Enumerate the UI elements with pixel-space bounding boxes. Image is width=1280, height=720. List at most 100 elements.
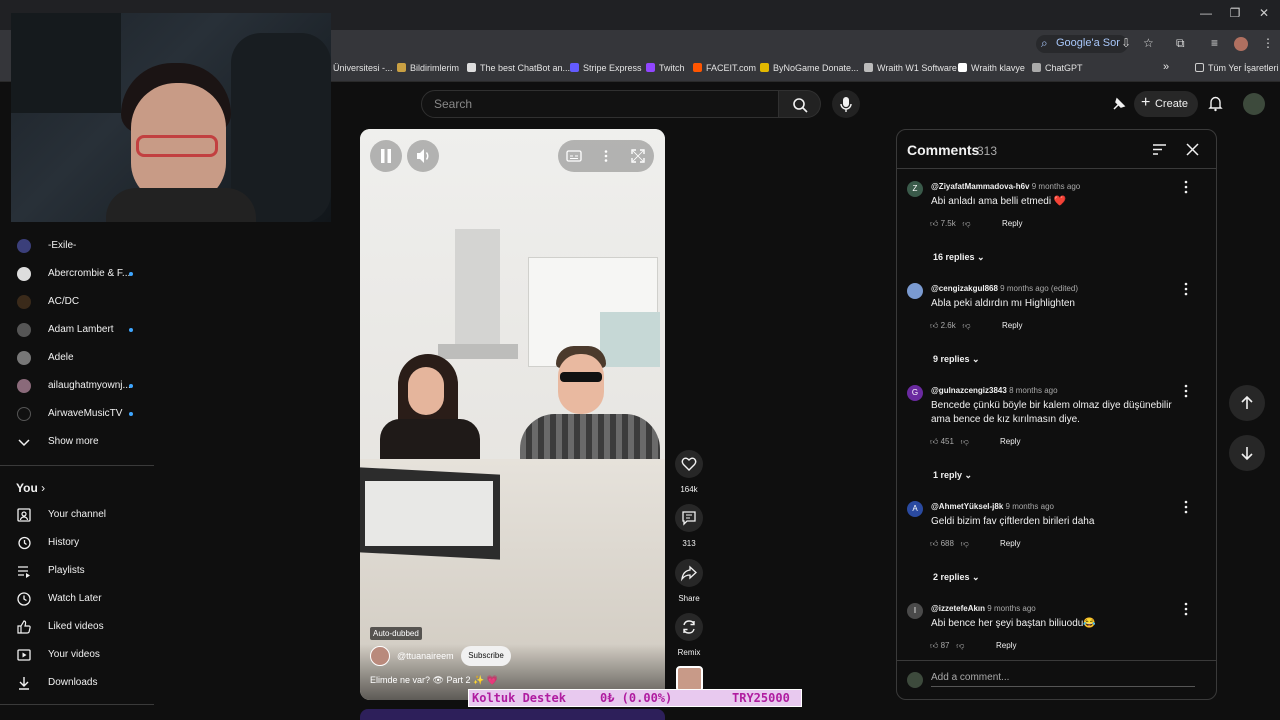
comments-button[interactable] (675, 504, 703, 532)
comment-avatar[interactable]: G (907, 385, 923, 401)
share-button[interactable] (675, 559, 703, 587)
you-section-title[interactable]: You › (16, 481, 45, 495)
comment-author[interactable]: @gulnazcengiz3843 8 months ago (931, 386, 1058, 395)
reply-button[interactable]: Reply (996, 641, 1016, 650)
comment-avatar[interactable]: I (907, 603, 923, 619)
next-short-button[interactable] (1229, 435, 1265, 471)
thumbs-up-icon[interactable]: 👍︎ (930, 641, 938, 650)
thumbs-up-icon[interactable]: 👍︎ (930, 219, 938, 228)
sidebar-item-your-channel[interactable]: Your channel (0, 501, 150, 529)
voice-search-button[interactable] (832, 90, 860, 118)
comment-avatar[interactable]: Z (907, 181, 923, 197)
next-short-preview[interactable] (360, 709, 665, 720)
thumbs-down-icon[interactable]: 👎︎ (962, 219, 970, 228)
install-icon[interactable]: ⇩ (1121, 36, 1131, 50)
sidebar-sub-adam-lambert[interactable]: Adam Lambert (0, 316, 150, 344)
media-icon[interactable]: ≡ (1211, 36, 1218, 50)
sidebar-item-watch-later[interactable]: Watch Later (0, 585, 150, 613)
bookmark-3[interactable]: Stripe Express (570, 63, 642, 73)
comment-author[interactable]: @AhmetYüksel-j8k 9 months ago (931, 502, 1054, 511)
reply-button[interactable]: Reply (1000, 539, 1020, 548)
sidebar-sub-abercrombie[interactable]: Abercrombie & F... (0, 260, 150, 288)
donation-goal-amount: 0₺ (0.00%) (600, 691, 672, 705)
extensions-icon[interactable]: ⧉ (1176, 36, 1185, 51)
replies-toggle[interactable]: 16 replies ⌄ (933, 252, 985, 263)
volume-button[interactable] (407, 140, 439, 172)
star-icon[interactable]: ☆ (1143, 36, 1154, 50)
sidebar-item-liked-videos[interactable]: Liked videos (0, 613, 150, 641)
bookmark-8[interactable]: Wraith klavye (958, 63, 1025, 73)
profile-avatar[interactable] (1234, 37, 1248, 51)
short-video-player[interactable] (360, 129, 665, 700)
sidebar-item-your-videos[interactable]: Your videos (0, 641, 150, 669)
account-avatar[interactable] (1243, 93, 1265, 115)
bookmark-2[interactable]: The best ChatBot an... (467, 63, 570, 73)
previous-short-button[interactable] (1229, 385, 1265, 421)
subscribe-button[interactable]: Subscribe (461, 646, 511, 666)
all-bookmarks[interactable]: Tüm Yer İşaretleri (1195, 63, 1279, 73)
add-comment-input[interactable]: Add a comment... (931, 672, 1195, 687)
thumbs-down-icon[interactable]: 👎︎ (956, 641, 964, 650)
sort-icon[interactable] (1152, 142, 1167, 157)
sidebar-sub-ailaughatmyownjokes[interactable]: ailaughatmyownj... (0, 372, 150, 400)
search-button[interactable] (779, 90, 821, 118)
reply-button[interactable]: Reply (1000, 437, 1020, 446)
bookmarks-overflow-icon[interactable]: » (1163, 61, 1169, 73)
sidebar-sub-adele[interactable]: Adele (0, 344, 150, 372)
bookmark-0[interactable]: Üniversitesi -... (333, 63, 393, 73)
pause-button[interactable] (370, 140, 402, 172)
sidebar-show-more[interactable]: Show more (0, 428, 150, 456)
close-window-icon[interactable]: ✕ (1254, 6, 1274, 20)
reply-button[interactable]: Reply (1002, 219, 1022, 228)
minimize-icon[interactable]: — (1196, 6, 1216, 20)
sidebar-item-history[interactable]: History (0, 529, 150, 557)
comment-author[interactable]: @cengizakgul868 9 months ago (edited) (931, 284, 1078, 293)
comment-menu-icon[interactable] (1182, 282, 1190, 296)
bookmark-9[interactable]: ChatGPT (1032, 63, 1083, 73)
notifications-icon[interactable] (1207, 95, 1224, 112)
bookmark-4[interactable]: Twitch (646, 63, 685, 73)
comment-like-row: 👍︎ 451 👎︎ (930, 437, 969, 447)
comment-avatar[interactable]: A (907, 501, 923, 517)
comment-author[interactable]: @ZiyafatMammadova-h6v 9 months ago (931, 182, 1080, 191)
comment-menu-icon[interactable] (1182, 384, 1190, 398)
sidebar-sub-exile[interactable]: -Exile- (0, 232, 150, 260)
more-options-icon[interactable] (598, 148, 614, 164)
bookmark-1[interactable]: Bildirimlerim (397, 63, 459, 73)
comment-menu-icon[interactable] (1182, 180, 1190, 194)
thumbs-down-icon[interactable]: 👎︎ (961, 437, 969, 446)
thumbs-down-icon[interactable]: 👎︎ (962, 321, 970, 330)
google-ask-button[interactable]: Google'a Sor (1036, 35, 1128, 53)
channel-name[interactable]: @ttuanaireem (397, 651, 454, 661)
sidebar-sub-airwavemusictv[interactable]: AirwaveMusicTV (0, 400, 150, 428)
sidebar-item-playlists[interactable]: Playlists (0, 557, 150, 585)
sidebar-item-downloads[interactable]: Downloads (0, 669, 150, 697)
thumbs-up-icon[interactable]: 👍︎ (930, 437, 938, 446)
sidebar-sub-acdc[interactable]: AC/DC (0, 288, 150, 316)
thumbs-up-icon[interactable]: 👍︎ (930, 321, 938, 330)
thumbs-down-icon[interactable]: 👎︎ (961, 539, 969, 548)
pin-icon[interactable] (1111, 96, 1127, 112)
comment-menu-icon[interactable] (1182, 500, 1190, 514)
fullscreen-icon[interactable] (630, 148, 646, 164)
comment-author[interactable]: @izzetefeAkın 9 months ago (931, 604, 1036, 613)
like-button[interactable] (675, 450, 703, 478)
browser-menu-icon[interactable]: ⋮ (1262, 36, 1274, 50)
comment-menu-icon[interactable] (1182, 602, 1190, 616)
replies-toggle[interactable]: 1 reply ⌄ (933, 470, 972, 481)
comment-avatar[interactable] (907, 283, 923, 299)
close-icon[interactable] (1185, 142, 1200, 157)
thumbs-up-icon[interactable]: 👍︎ (930, 539, 938, 548)
maximize-icon[interactable]: ❐ (1225, 6, 1245, 20)
search-input[interactable]: Search (421, 90, 779, 118)
replies-toggle[interactable]: 9 replies ⌄ (933, 354, 980, 365)
bookmark-5[interactable]: FACEIT.com (693, 63, 756, 73)
bookmark-6[interactable]: ByNoGame Donate... (760, 63, 859, 73)
reply-button[interactable]: Reply (1002, 321, 1022, 330)
bookmark-7[interactable]: Wraith W1 Software (864, 63, 957, 73)
short-title[interactable]: Elimde ne var? 👁 Part 2 ✨ 💗 (370, 675, 498, 686)
captions-icon[interactable] (566, 148, 582, 164)
replies-toggle[interactable]: 2 replies ⌄ (933, 572, 980, 583)
remix-button[interactable] (675, 613, 703, 641)
channel-avatar[interactable] (370, 646, 390, 666)
